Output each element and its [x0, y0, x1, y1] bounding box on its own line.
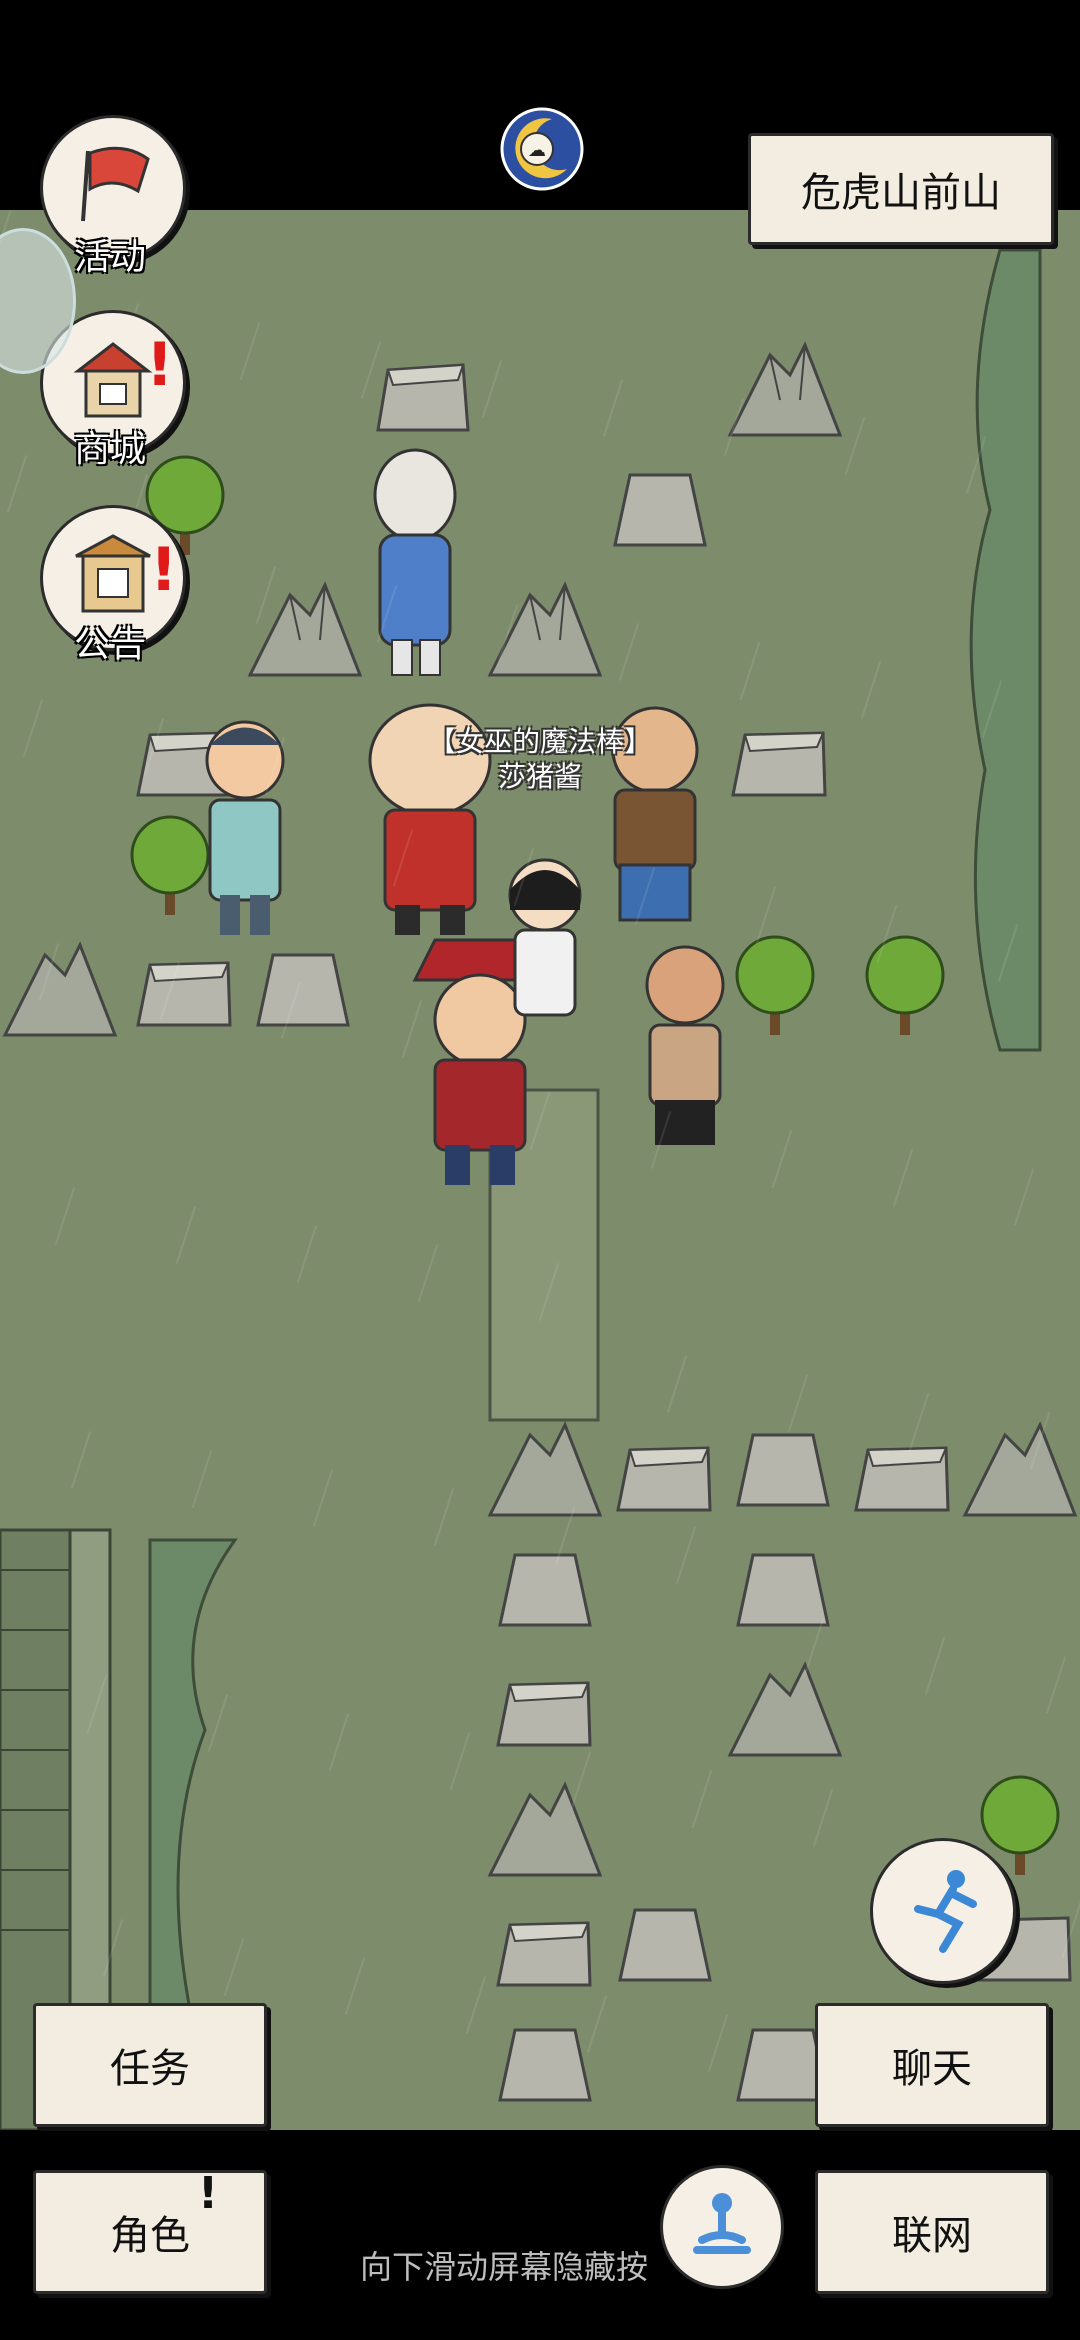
rock: [605, 465, 715, 555]
role-badge: !: [198, 2168, 219, 2219]
rock: [728, 1425, 838, 1515]
rock: [130, 945, 240, 1035]
npc-soldier[interactable]: [170, 710, 320, 940]
svg-text:☁: ☁: [528, 140, 546, 161]
mountain: [725, 1650, 845, 1760]
rock: [490, 1905, 600, 1995]
mountain: [725, 330, 845, 440]
network-button[interactable]: 联网: [815, 2170, 1049, 2294]
rock: [610, 1900, 720, 1990]
mountain: [0, 930, 120, 1040]
shop-label: 商城: [73, 429, 146, 470]
rock: [490, 1545, 600, 1635]
rock: [248, 945, 358, 1035]
npc-witch[interactable]: [340, 435, 490, 685]
player-character[interactable]: [490, 850, 600, 1020]
rock: [725, 715, 835, 805]
run-button[interactable]: [870, 1838, 1016, 1984]
location-title: 危虎山前山: [748, 133, 1054, 245]
rock: [848, 1430, 958, 1520]
shop-icon: [68, 336, 158, 430]
npc-old-villager[interactable]: [620, 930, 750, 1170]
player-name-label: 莎猪酱: [497, 760, 582, 793]
mountain: [960, 1410, 1080, 1520]
mountain: [485, 570, 605, 680]
player-title-label: 【女巫的魔法棒】: [427, 725, 652, 758]
weather-icon[interactable]: ☁: [497, 104, 587, 194]
shop-badge: !: [146, 330, 174, 400]
rock: [490, 2020, 600, 2110]
tree: [855, 930, 955, 1040]
running-man-icon: [898, 1864, 988, 1958]
role-button[interactable]: 角色: [33, 2170, 267, 2294]
rock: [490, 1665, 600, 1755]
mountain: [485, 1410, 605, 1520]
notice-board-icon: [68, 531, 158, 625]
flag-icon: [68, 141, 158, 235]
rock: [368, 350, 478, 440]
notice-badge: !: [150, 535, 178, 605]
rock: [610, 1430, 720, 1520]
hint-text: 向下滑动屏幕隐藏按: [360, 2248, 649, 2286]
notice-label: 公告: [73, 624, 146, 665]
chat-button[interactable]: 聊天: [815, 2003, 1049, 2127]
mountain: [485, 1770, 605, 1880]
task-button[interactable]: 任务: [33, 2003, 267, 2127]
